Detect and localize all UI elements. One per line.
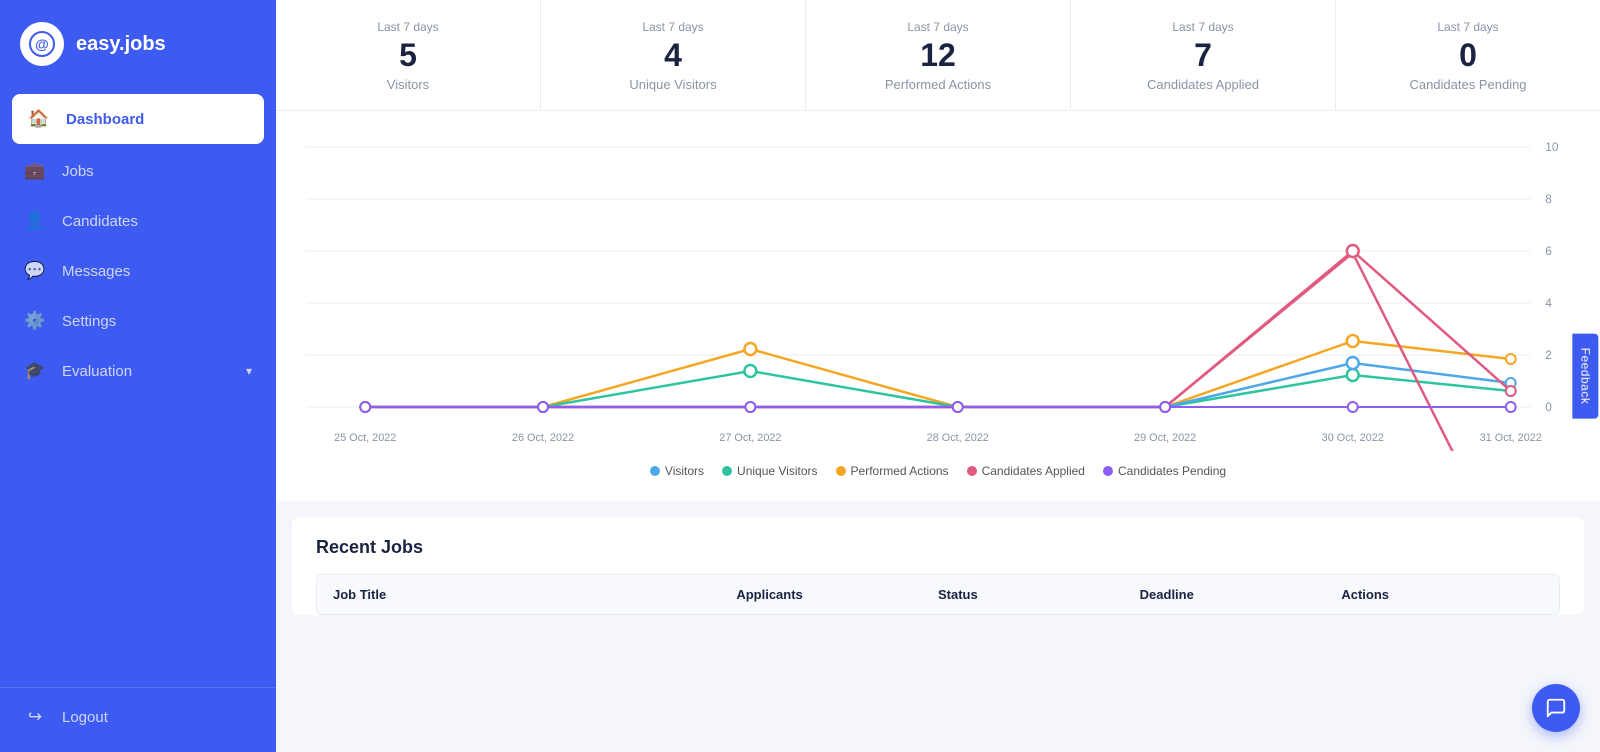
sidebar-item-messages-label: Messages bbox=[62, 263, 130, 280]
svg-text:26 Oct, 2022: 26 Oct, 2022 bbox=[512, 432, 574, 444]
stat-candidates-pending-label: Candidates Pending bbox=[1409, 77, 1526, 92]
col-deadline: Deadline bbox=[1140, 587, 1342, 602]
legend-unique-visitors: Unique Visitors bbox=[722, 464, 817, 478]
home-icon: 🏠 bbox=[28, 108, 50, 130]
svg-text:@: @ bbox=[35, 36, 49, 52]
legend-unique-visitors-dot bbox=[722, 466, 732, 476]
logout-button[interactable]: ↪ Logout bbox=[24, 706, 252, 728]
settings-icon: ⚙️ bbox=[24, 310, 46, 332]
legend-candidates-applied-label: Candidates Applied bbox=[982, 464, 1085, 478]
jobs-icon: 💼 bbox=[24, 160, 46, 182]
sidebar-item-settings-label: Settings bbox=[62, 313, 116, 330]
feedback-tab[interactable]: Feedback bbox=[1573, 334, 1599, 419]
sidebar-item-jobs-label: Jobs bbox=[62, 163, 94, 180]
logout-label: Logout bbox=[62, 709, 108, 726]
stat-candidates-applied-value: 7 bbox=[1194, 38, 1212, 73]
stat-visitors-label: Visitors bbox=[387, 77, 429, 92]
logout-icon: ↪ bbox=[24, 706, 46, 728]
legend-candidates-applied-dot bbox=[967, 466, 977, 476]
legend-performed-actions-dot bbox=[836, 466, 846, 476]
stat-candidates-pending-period: Last 7 days bbox=[1437, 20, 1498, 34]
chart-container: 10 8 6 4 2 0 25 Oct, 2022 26 Oct, 2022 2… bbox=[306, 131, 1570, 491]
stat-performed-actions-period: Last 7 days bbox=[907, 20, 968, 34]
stat-performed-actions-label: Performed Actions bbox=[885, 77, 991, 92]
chart-legend: Visitors Unique Visitors Performed Actio… bbox=[306, 456, 1570, 482]
stat-candidates-applied-label: Candidates Applied bbox=[1147, 77, 1259, 92]
sidebar-item-dashboard-label: Dashboard bbox=[66, 111, 144, 128]
stats-row: Last 7 days 5 Visitors Last 7 days 4 Uni… bbox=[276, 0, 1600, 111]
svg-text:27 Oct, 2022: 27 Oct, 2022 bbox=[719, 432, 781, 444]
logo-text: easy.jobs bbox=[76, 33, 166, 56]
svg-text:29 Oct, 2022: 29 Oct, 2022 bbox=[1134, 432, 1196, 444]
chevron-down-icon: ▾ bbox=[246, 364, 252, 378]
stat-candidates-applied-period: Last 7 days bbox=[1172, 20, 1233, 34]
svg-text:31 Oct, 2022: 31 Oct, 2022 bbox=[1480, 432, 1542, 444]
svg-text:6: 6 bbox=[1545, 244, 1552, 258]
sidebar-item-messages[interactable]: 💬 Messages bbox=[0, 246, 276, 296]
svg-text:4: 4 bbox=[1545, 296, 1552, 310]
stat-visitors-period: Last 7 days bbox=[377, 20, 438, 34]
sidebar-item-candidates-label: Candidates bbox=[62, 213, 138, 230]
stat-visitors-value: 5 bbox=[399, 38, 417, 73]
sidebar-item-candidates[interactable]: 👤 Candidates bbox=[0, 196, 276, 246]
recent-jobs-title: Recent Jobs bbox=[316, 537, 1560, 558]
legend-performed-actions-label: Performed Actions bbox=[851, 464, 949, 478]
col-status: Status bbox=[938, 587, 1140, 602]
logo-icon: @ bbox=[20, 22, 64, 66]
messages-icon: 💬 bbox=[24, 260, 46, 282]
sidebar-item-jobs[interactable]: 💼 Jobs bbox=[0, 146, 276, 196]
stat-performed-actions-value: 12 bbox=[920, 38, 956, 73]
col-job-title: Job Title bbox=[333, 587, 736, 602]
sidebar: @ easy.jobs 🏠 Dashboard 💼 Jobs 👤 Candida… bbox=[0, 0, 276, 752]
stat-unique-visitors: Last 7 days 4 Unique Visitors bbox=[541, 0, 806, 110]
sidebar-footer: ↪ Logout bbox=[0, 687, 276, 752]
stat-unique-visitors-period: Last 7 days bbox=[642, 20, 703, 34]
stat-candidates-applied: Last 7 days 7 Candidates Applied bbox=[1071, 0, 1336, 110]
legend-visitors: Visitors bbox=[650, 464, 704, 478]
svg-text:8: 8 bbox=[1545, 192, 1552, 206]
legend-visitors-dot bbox=[650, 466, 660, 476]
recent-jobs-section: Recent Jobs Job Title Applicants Status … bbox=[292, 517, 1584, 615]
svg-text:25 Oct, 2022: 25 Oct, 2022 bbox=[334, 432, 396, 444]
table-header: Job Title Applicants Status Deadline Act… bbox=[316, 574, 1560, 615]
stat-unique-visitors-label: Unique Visitors bbox=[629, 77, 716, 92]
legend-candidates-pending: Candidates Pending bbox=[1103, 464, 1226, 478]
chart-area: 10 8 6 4 2 0 25 Oct, 2022 26 Oct, 2022 2… bbox=[276, 111, 1600, 501]
legend-candidates-pending-dot bbox=[1103, 466, 1113, 476]
stat-performed-actions: Last 7 days 12 Performed Actions bbox=[806, 0, 1071, 110]
chat-button[interactable] bbox=[1532, 684, 1580, 732]
sidebar-item-dashboard[interactable]: 🏠 Dashboard bbox=[12, 94, 264, 144]
col-applicants: Applicants bbox=[736, 587, 938, 602]
svg-text:10: 10 bbox=[1545, 140, 1559, 154]
sidebar-item-settings[interactable]: ⚙️ Settings bbox=[0, 296, 276, 346]
stat-candidates-pending-value: 0 bbox=[1459, 38, 1477, 73]
chart-svg: 10 8 6 4 2 0 25 Oct, 2022 26 Oct, 2022 2… bbox=[306, 131, 1570, 451]
stat-unique-visitors-value: 4 bbox=[664, 38, 682, 73]
stat-visitors: Last 7 days 5 Visitors bbox=[276, 0, 541, 110]
sidebar-item-evaluation-label: Evaluation bbox=[62, 363, 132, 380]
svg-text:28 Oct, 2022: 28 Oct, 2022 bbox=[927, 432, 989, 444]
svg-text:2: 2 bbox=[1545, 348, 1552, 362]
legend-performed-actions: Performed Actions bbox=[836, 464, 949, 478]
legend-visitors-label: Visitors bbox=[665, 464, 704, 478]
svg-text:30 Oct, 2022: 30 Oct, 2022 bbox=[1322, 432, 1384, 444]
stat-candidates-pending: Last 7 days 0 Candidates Pending bbox=[1336, 0, 1600, 110]
sidebar-nav: 🏠 Dashboard 💼 Jobs 👤 Candidates 💬 Messag… bbox=[0, 88, 276, 687]
candidates-icon: 👤 bbox=[24, 210, 46, 232]
col-actions: Actions bbox=[1341, 587, 1543, 602]
evaluation-icon: 🎓 bbox=[24, 360, 46, 382]
sidebar-item-evaluation[interactable]: 🎓 Evaluation ▾ bbox=[0, 346, 276, 396]
sidebar-logo: @ easy.jobs bbox=[0, 0, 276, 88]
svg-text:0: 0 bbox=[1545, 400, 1552, 414]
legend-candidates-pending-label: Candidates Pending bbox=[1118, 464, 1226, 478]
main-content: Last 7 days 5 Visitors Last 7 days 4 Uni… bbox=[276, 0, 1600, 752]
legend-candidates-applied: Candidates Applied bbox=[967, 464, 1085, 478]
legend-unique-visitors-label: Unique Visitors bbox=[737, 464, 817, 478]
